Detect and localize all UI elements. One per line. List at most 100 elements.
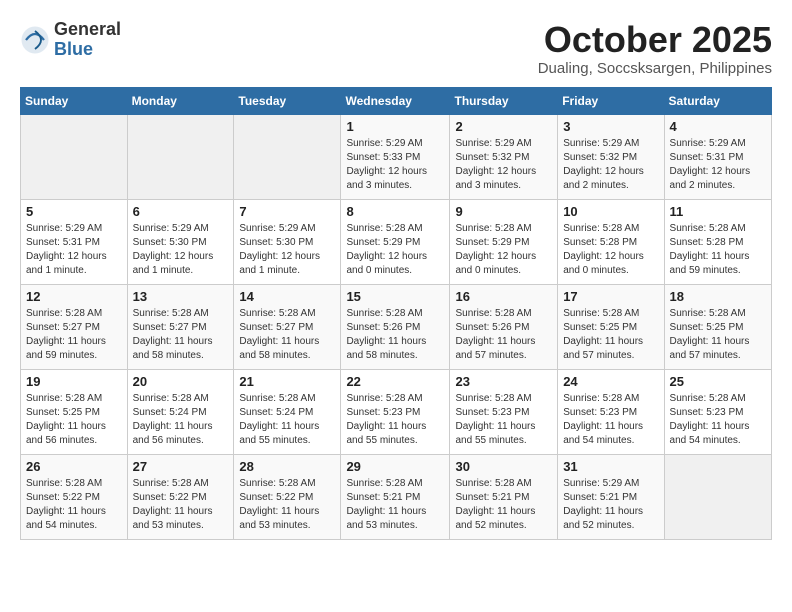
day-number: 3	[563, 119, 658, 134]
calendar-cell: 19Sunrise: 5:28 AM Sunset: 5:25 PM Dayli…	[21, 369, 128, 454]
day-info: Sunrise: 5:28 AM Sunset: 5:21 PM Dayligh…	[346, 477, 444, 533]
day-number: 4	[670, 119, 766, 134]
day-number: 16	[455, 289, 552, 304]
header-day-wednesday: Wednesday	[341, 87, 450, 114]
day-number: 24	[563, 374, 658, 389]
calendar-week-1: 1Sunrise: 5:29 AM Sunset: 5:33 PM Daylig…	[21, 114, 772, 199]
day-info: Sunrise: 5:28 AM Sunset: 5:23 PM Dayligh…	[346, 392, 444, 448]
page-header: General Blue October 2025 Dualing, Soccs…	[20, 20, 772, 77]
calendar-header: SundayMondayTuesdayWednesdayThursdayFrid…	[21, 87, 772, 114]
day-info: Sunrise: 5:28 AM Sunset: 5:26 PM Dayligh…	[346, 307, 444, 363]
calendar-cell: 14 Sunrise: 5:28 AM Sunset: 5:27 PM Dayli…	[234, 284, 341, 369]
day-number: 23	[455, 374, 552, 389]
day-number: 25	[670, 374, 766, 389]
calendar-cell: 23 Sunrise: 5:28 AM Sunset: 5:23 PM Dayli…	[450, 369, 558, 454]
calendar-cell: 31 Sunrise: 5:29 AM Sunset: 5:21 PM Dayli…	[558, 454, 664, 539]
day-number: 28	[239, 459, 335, 474]
day-number: 13	[133, 289, 229, 304]
day-number: 6	[133, 204, 229, 219]
calendar-cell: 28 Sunrise: 5:28 AM Sunset: 5:22 PM Dayli…	[234, 454, 341, 539]
day-info: Sunrise: 5:29 AM Sunset: 5:31 PM Dayligh…	[670, 137, 766, 193]
day-number: 29	[346, 459, 444, 474]
day-number: 30	[455, 459, 552, 474]
day-number: 9	[455, 204, 552, 219]
day-info: Sunrise: 5:28 AM Sunset: 5:22 PM Dayligh…	[26, 477, 122, 533]
day-number: 2	[455, 119, 552, 134]
header-day-friday: Friday	[558, 87, 664, 114]
header-row: SundayMondayTuesdayWednesdayThursdayFrid…	[21, 87, 772, 114]
calendar-cell	[127, 114, 234, 199]
calendar-week-3: 12Sunrise: 5:28 AM Sunset: 5:27 PM Dayli…	[21, 284, 772, 369]
calendar-cell: 9 Sunrise: 5:28 AM Sunset: 5:29 PM Daylig…	[450, 199, 558, 284]
day-info: Sunrise: 5:28 AM Sunset: 5:22 PM Dayligh…	[239, 477, 335, 533]
calendar-cell: 25 Sunrise: 5:28 AM Sunset: 5:23 PM Dayli…	[664, 369, 771, 454]
day-number: 31	[563, 459, 658, 474]
day-number: 19	[26, 374, 122, 389]
logo: General Blue	[20, 20, 121, 60]
day-info: Sunrise: 5:28 AM Sunset: 5:23 PM Dayligh…	[455, 392, 552, 448]
day-info: Sunrise: 5:28 AM Sunset: 5:22 PM Dayligh…	[133, 477, 229, 533]
calendar-cell: 12Sunrise: 5:28 AM Sunset: 5:27 PM Dayli…	[21, 284, 128, 369]
day-info: Sunrise: 5:28 AM Sunset: 5:23 PM Dayligh…	[563, 392, 658, 448]
calendar-cell: 13 Sunrise: 5:28 AM Sunset: 5:27 PM Dayli…	[127, 284, 234, 369]
day-info: Sunrise: 5:28 AM Sunset: 5:23 PM Dayligh…	[670, 392, 766, 448]
day-info: Sunrise: 5:28 AM Sunset: 5:28 PM Dayligh…	[563, 222, 658, 278]
day-number: 18	[670, 289, 766, 304]
logo-general: General	[54, 20, 121, 40]
calendar-cell: 2Sunrise: 5:29 AM Sunset: 5:32 PM Daylig…	[450, 114, 558, 199]
day-number: 1	[346, 119, 444, 134]
calendar-cell: 16 Sunrise: 5:28 AM Sunset: 5:26 PM Dayli…	[450, 284, 558, 369]
day-info: Sunrise: 5:28 AM Sunset: 5:28 PM Dayligh…	[670, 222, 766, 278]
day-number: 21	[239, 374, 335, 389]
day-number: 22	[346, 374, 444, 389]
day-number: 27	[133, 459, 229, 474]
day-number: 10	[563, 204, 658, 219]
calendar-cell: 17Sunrise: 5:28 AM Sunset: 5:25 PM Dayli…	[558, 284, 664, 369]
day-info: Sunrise: 5:28 AM Sunset: 5:29 PM Dayligh…	[455, 222, 552, 278]
calendar-week-5: 26 Sunrise: 5:28 AM Sunset: 5:22 PM Dayli…	[21, 454, 772, 539]
header-day-monday: Monday	[127, 87, 234, 114]
title-area: October 2025 Dualing, Soccsksargen, Phil…	[538, 20, 772, 77]
day-info: Sunrise: 5:28 AM Sunset: 5:27 PM Dayligh…	[133, 307, 229, 363]
calendar-cell	[21, 114, 128, 199]
day-info: Sunrise: 5:28 AM Sunset: 5:26 PM Dayligh…	[455, 307, 552, 363]
calendar-week-2: 5 Sunrise: 5:29 AM Sunset: 5:31 PM Daylig…	[21, 199, 772, 284]
logo-icon	[20, 25, 50, 55]
calendar-cell: 6 Sunrise: 5:29 AM Sunset: 5:30 PM Daylig…	[127, 199, 234, 284]
month-title: October 2025	[538, 20, 772, 60]
day-info: Sunrise: 5:29 AM Sunset: 5:30 PM Dayligh…	[239, 222, 335, 278]
location: Dualing, Soccsksargen, Philippines	[538, 60, 772, 77]
day-number: 11	[670, 204, 766, 219]
calendar-cell: 18 Sunrise: 5:28 AM Sunset: 5:25 PM Dayli…	[664, 284, 771, 369]
calendar-cell: 22 Sunrise: 5:28 AM Sunset: 5:23 PM Dayli…	[341, 369, 450, 454]
calendar-week-4: 19Sunrise: 5:28 AM Sunset: 5:25 PM Dayli…	[21, 369, 772, 454]
day-info: Sunrise: 5:29 AM Sunset: 5:31 PM Dayligh…	[26, 222, 122, 278]
calendar-cell: 29 Sunrise: 5:28 AM Sunset: 5:21 PM Dayli…	[341, 454, 450, 539]
day-info: Sunrise: 5:28 AM Sunset: 5:29 PM Dayligh…	[346, 222, 444, 278]
day-info: Sunrise: 5:29 AM Sunset: 5:21 PM Dayligh…	[563, 477, 658, 533]
day-number: 14	[239, 289, 335, 304]
calendar-cell: 15Sunrise: 5:28 AM Sunset: 5:26 PM Dayli…	[341, 284, 450, 369]
calendar-cell: 21 Sunrise: 5:28 AM Sunset: 5:24 PM Dayli…	[234, 369, 341, 454]
header-day-thursday: Thursday	[450, 87, 558, 114]
day-number: 20	[133, 374, 229, 389]
calendar-cell: 8 Sunrise: 5:28 AM Sunset: 5:29 PM Daylig…	[341, 199, 450, 284]
day-info: Sunrise: 5:29 AM Sunset: 5:32 PM Dayligh…	[563, 137, 658, 193]
day-number: 5	[26, 204, 122, 219]
day-info: Sunrise: 5:28 AM Sunset: 5:21 PM Dayligh…	[455, 477, 552, 533]
day-info: Sunrise: 5:28 AM Sunset: 5:24 PM Dayligh…	[239, 392, 335, 448]
calendar-cell: 26 Sunrise: 5:28 AM Sunset: 5:22 PM Dayli…	[21, 454, 128, 539]
day-number: 26	[26, 459, 122, 474]
logo-blue: Blue	[54, 40, 121, 60]
day-info: Sunrise: 5:28 AM Sunset: 5:27 PM Dayligh…	[239, 307, 335, 363]
day-info: Sunrise: 5:28 AM Sunset: 5:25 PM Dayligh…	[670, 307, 766, 363]
calendar-cell: 11 Sunrise: 5:28 AM Sunset: 5:28 PM Dayli…	[664, 199, 771, 284]
calendar-cell: 24 Sunrise: 5:28 AM Sunset: 5:23 PM Dayli…	[558, 369, 664, 454]
header-day-tuesday: Tuesday	[234, 87, 341, 114]
calendar-cell: 10 Sunrise: 5:28 AM Sunset: 5:28 PM Dayli…	[558, 199, 664, 284]
day-info: Sunrise: 5:29 AM Sunset: 5:30 PM Dayligh…	[133, 222, 229, 278]
day-number: 17	[563, 289, 658, 304]
calendar-table: SundayMondayTuesdayWednesdayThursdayFrid…	[20, 87, 772, 540]
day-number: 7	[239, 204, 335, 219]
day-number: 8	[346, 204, 444, 219]
